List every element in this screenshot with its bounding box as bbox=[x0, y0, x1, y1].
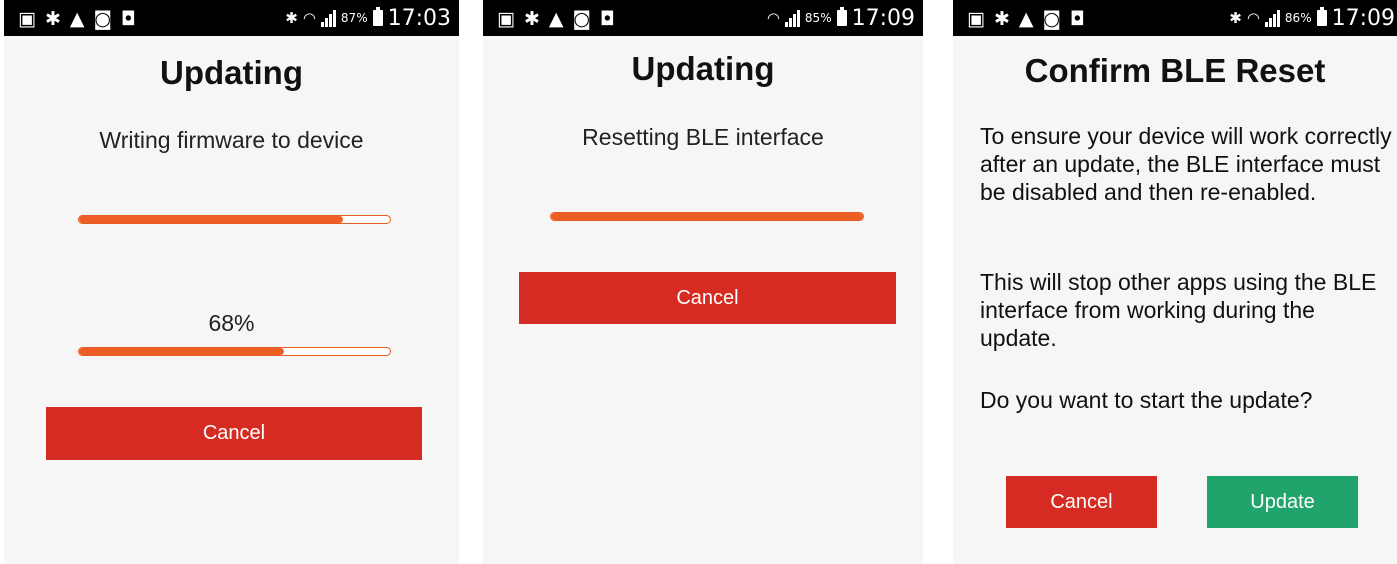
image-icon: ▣ bbox=[18, 8, 36, 30]
bluetooth-icon: ✱ bbox=[44, 8, 61, 30]
overall-progress-bar bbox=[78, 215, 391, 224]
battery-percent: 87% bbox=[340, 11, 368, 25]
clock: 17:03 bbox=[387, 5, 451, 31]
status-message: Resetting BLE interface bbox=[582, 124, 824, 150]
battery-percent: 86% bbox=[1284, 11, 1312, 25]
system-status: ✱ ◠ 87% 17:03 bbox=[285, 5, 451, 31]
bluetooth-icon: ✱ bbox=[1229, 9, 1242, 27]
notification-icons: ▣ ✱ ▲ ◙ ◘ bbox=[18, 6, 136, 32]
battery-icon bbox=[836, 7, 847, 26]
sync-icon: ◙ bbox=[572, 8, 591, 30]
cancel-button[interactable]: Cancel bbox=[1006, 476, 1157, 528]
page-title: Confirm BLE Reset bbox=[1024, 52, 1326, 89]
wifi-icon: ◠ bbox=[1246, 9, 1260, 27]
status-bar: ▣ ✱ ▲ ◙ ◘ ✱ ◠ 87% 17:03 bbox=[4, 0, 459, 36]
wifi-icon: ◠ bbox=[302, 9, 316, 27]
status-message: Writing firmware to device bbox=[99, 127, 364, 153]
battery-icon bbox=[372, 7, 383, 26]
cancel-button[interactable]: Cancel bbox=[519, 272, 896, 324]
file-progress-fill bbox=[79, 348, 285, 355]
notification-icons: ▣ ✱ ▲ ◙ ◘ bbox=[967, 6, 1085, 32]
clock: 17:09 bbox=[851, 5, 915, 31]
notification-icons: ▣ ✱ ▲ ◙ ◘ bbox=[497, 6, 615, 32]
sync-icon: ◙ bbox=[1042, 8, 1061, 30]
screen-writing-firmware: ▣ ✱ ▲ ◙ ◘ ✱ ◠ 87% 17:03 Updating Writing… bbox=[4, 0, 459, 564]
warning-icon: ▲ bbox=[1018, 8, 1034, 30]
battery-percent: 85% bbox=[804, 11, 832, 25]
bluetooth-icon: ✱ bbox=[993, 8, 1010, 30]
camera-icon: ◘ bbox=[599, 8, 615, 30]
progress-bar bbox=[550, 212, 864, 221]
progress-percent: 68% bbox=[208, 310, 255, 336]
page-title: Updating bbox=[631, 50, 775, 87]
confirm-question: Do you want to start the update? bbox=[980, 387, 1313, 413]
image-icon: ▣ bbox=[497, 8, 515, 30]
status-bar: ▣ ✱ ▲ ◙ ◘ ◠ 85% 17:09 bbox=[483, 0, 923, 36]
battery-icon bbox=[1316, 7, 1327, 26]
screen-confirm-ble-reset: ▣ ✱ ▲ ◙ ◘ ✱ ◠ 86% 17:09 Confirm BLE Rese… bbox=[953, 0, 1397, 564]
signal-icon bbox=[320, 9, 336, 27]
system-status: ◠ 85% 17:09 bbox=[767, 5, 915, 31]
cancel-button[interactable]: Cancel bbox=[46, 407, 422, 460]
overall-progress-fill bbox=[79, 216, 344, 223]
signal-icon bbox=[784, 9, 800, 27]
status-bar: ▣ ✱ ▲ ◙ ◘ ✱ ◠ 86% 17:09 bbox=[953, 0, 1397, 36]
bluetooth-icon: ✱ bbox=[523, 8, 540, 30]
bluetooth-icon: ✱ bbox=[285, 9, 298, 27]
image-icon: ▣ bbox=[967, 8, 985, 30]
page-title: Updating bbox=[160, 54, 303, 91]
sync-icon: ◙ bbox=[93, 8, 112, 30]
warning-icon: ▲ bbox=[548, 8, 564, 30]
camera-icon: ◘ bbox=[1069, 8, 1085, 30]
update-button[interactable]: Update bbox=[1207, 476, 1358, 528]
progress-fill bbox=[551, 213, 863, 220]
signal-icon bbox=[1264, 9, 1280, 27]
file-progress-bar bbox=[78, 347, 391, 356]
warning-paragraph: This will stop other apps using the BLE … bbox=[980, 269, 1377, 351]
screen-resetting-ble: ▣ ✱ ▲ ◙ ◘ ◠ 85% 17:09 Updating Resetting… bbox=[483, 0, 923, 564]
camera-icon: ◘ bbox=[120, 8, 136, 30]
wifi-icon: ◠ bbox=[766, 9, 780, 27]
system-status: ✱ ◠ 86% 17:09 bbox=[1229, 5, 1395, 31]
warning-icon: ▲ bbox=[69, 8, 85, 30]
explanation-paragraph: To ensure your device will work correctl… bbox=[980, 123, 1392, 205]
clock: 17:09 bbox=[1331, 5, 1395, 31]
